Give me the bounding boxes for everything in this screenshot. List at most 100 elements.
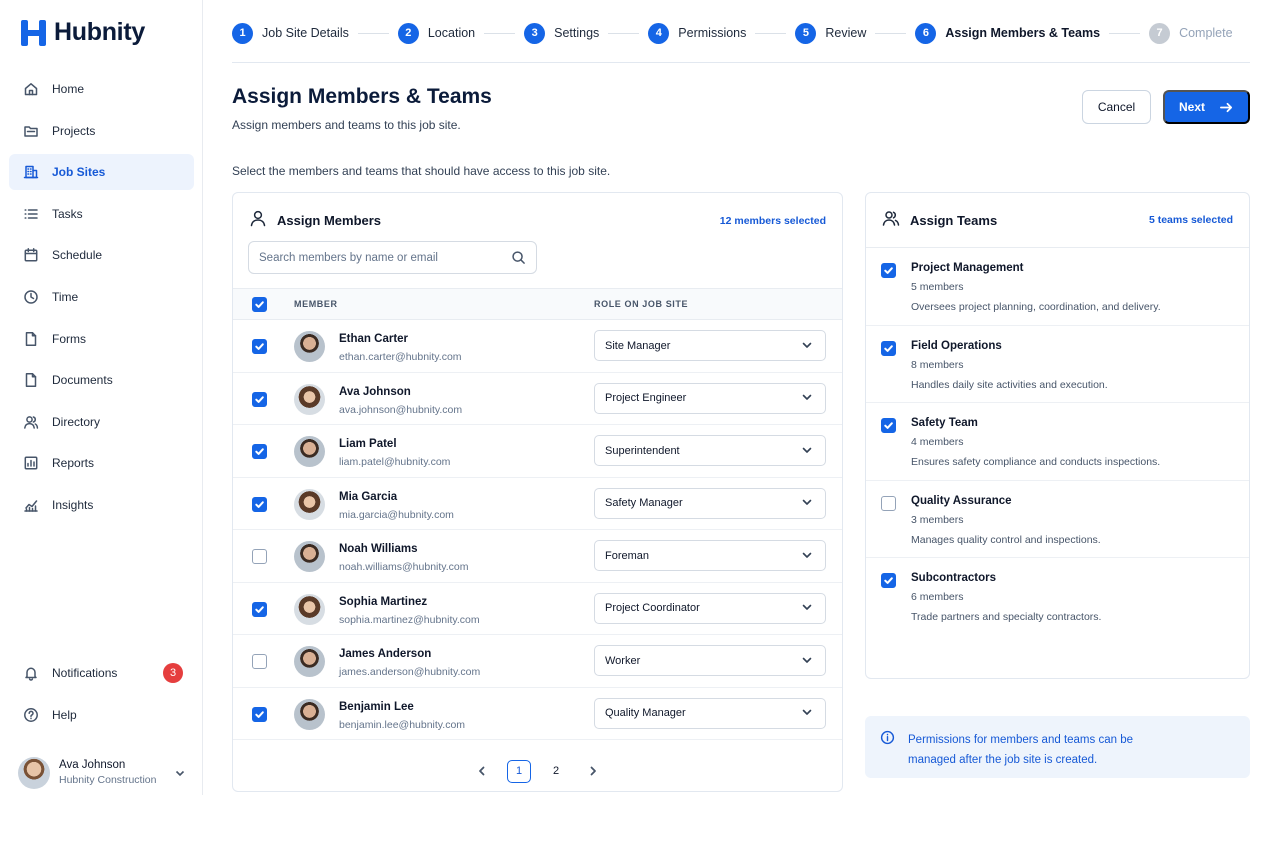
info-text: Permissions for members and teams can be… <box>908 734 1133 766</box>
check-icon <box>255 301 264 308</box>
member-name: Ethan Carter <box>339 333 409 345</box>
member-email: sophia.martinez@hubnity.com <box>339 613 480 626</box>
step-number: 1 <box>232 22 253 44</box>
role-select[interactable]: Safety Manager <box>594 487 826 519</box>
step-7[interactable]: 7 Complete <box>1149 22 1233 44</box>
app-name: Hubnity <box>54 18 145 46</box>
step-5[interactable]: 5 Review <box>795 22 866 44</box>
team-checkbox[interactable] <box>881 495 896 511</box>
sidebar-item-time[interactable]: Time <box>9 279 194 315</box>
select-all-checkbox[interactable] <box>252 297 267 312</box>
next-page-button[interactable] <box>581 760 605 783</box>
sidebar-item-help[interactable]: Help <box>9 696 194 733</box>
team-checkbox[interactable] <box>881 340 896 356</box>
role-select[interactable]: Project Coordinator <box>594 592 826 624</box>
member-checkbox[interactable] <box>252 706 267 722</box>
chevron-down-icon <box>801 391 815 405</box>
search-input[interactable] <box>259 251 511 264</box>
step-2[interactable]: 2 Location <box>397 22 475 44</box>
user-menu[interactable]: Ava Johnson Hubnity Construction <box>18 756 188 790</box>
cancel-button[interactable]: Cancel <box>1082 90 1151 124</box>
page-1-button[interactable]: 1 <box>507 759 531 783</box>
member-checkbox[interactable] <box>252 549 267 564</box>
member-search <box>248 241 537 274</box>
logo[interactable]: Hubnity <box>21 18 145 47</box>
member-email: james.anderson@hubnity.com <box>339 666 481 678</box>
member-checkbox[interactable] <box>252 601 267 617</box>
role-value: Foreman <box>605 549 650 562</box>
sidebar-item-tasks[interactable]: Tasks <box>9 196 194 232</box>
prev-page-button[interactable] <box>470 760 494 783</box>
team-name: Field Operations <box>911 339 1002 352</box>
step-1[interactable]: 1 Job Site Details <box>232 22 349 44</box>
sidebar-item-schedule[interactable]: Schedule <box>9 237 194 273</box>
team-item: Field Operations 8 members Handles daily s… <box>866 326 1249 404</box>
team-member-count: 3 members <box>911 513 964 526</box>
check-icon <box>884 577 893 585</box>
table-row: James Anderson james.anderson@hubnity.com… <box>233 635 842 688</box>
step-number: 2 <box>397 22 419 44</box>
role-select[interactable]: Quality Manager <box>594 697 826 729</box>
sidebar-item-directory[interactable]: Directory <box>9 404 194 440</box>
step-3[interactable]: 3 Settings <box>524 22 599 44</box>
notification-badge: 3 <box>163 662 183 683</box>
avatar <box>294 698 325 730</box>
role-select[interactable]: Project Engineer <box>594 382 826 414</box>
sidebar-item-insights[interactable]: Insights <box>9 487 194 523</box>
member-name: Noah Williams <box>339 543 418 555</box>
team-checkbox[interactable] <box>881 418 896 434</box>
member-email: noah.williams@hubnity.com <box>339 561 469 573</box>
calendar-icon <box>22 247 39 264</box>
member-checkbox[interactable] <box>252 444 267 459</box>
table-row: Ethan Carter ethan.carter@hubnity.com Site… <box>233 320 842 373</box>
team-item: Project Management 5 members Oversees proj… <box>866 248 1249 326</box>
role-select[interactable]: Superintendent <box>594 435 826 466</box>
table-row: Mia Garcia mia.garcia@hubnity.com Safety M… <box>233 478 842 530</box>
member-checkbox[interactable] <box>252 391 267 407</box>
sidebar-item-documents[interactable]: Documents <box>9 362 194 398</box>
table-row: Liam Patel liam.patel@hubnity.com Superint… <box>233 425 842 478</box>
member-checkbox[interactable] <box>252 654 267 669</box>
step-4[interactable]: 4 Permissions <box>648 22 746 44</box>
sidebar-item-notifications[interactable]: Notifications 3 <box>9 654 194 691</box>
sidebar-item-label: Home <box>52 82 85 96</box>
member-checkbox[interactable] <box>252 496 267 512</box>
member-name: Sophia Martinez <box>339 595 428 608</box>
role-select[interactable]: Worker <box>594 645 826 676</box>
sidebar-item-home[interactable]: Home <box>9 71 194 107</box>
table-row: Benjamin Lee benjamin.lee@hubnity.com Qual… <box>233 688 842 740</box>
check-icon <box>255 605 264 613</box>
step-label: Job Site Details <box>262 26 349 40</box>
search-icon[interactable] <box>511 250 526 265</box>
avatar <box>294 331 325 362</box>
role-select[interactable]: Site Manager <box>594 330 826 361</box>
step-label: Assign Members & Teams <box>945 26 1101 40</box>
team-checkbox[interactable] <box>881 263 896 278</box>
sidebar-nav: Home Projects Job Sites Tasks Schedule Time Fo… <box>9 71 194 529</box>
sidebar-item-label: Projects <box>52 123 96 138</box>
check-icon <box>255 395 264 403</box>
next-button[interactable]: Next <box>1163 90 1250 124</box>
sidebar-item-label: Help <box>52 707 77 722</box>
sidebar-item-reports[interactable]: Reports <box>9 445 194 481</box>
page-2-button[interactable]: 2 <box>544 760 568 783</box>
sidebar-item-label: Insights <box>52 497 94 512</box>
team-description: Manages quality control and inspections. <box>911 533 1101 546</box>
sidebar-item-forms[interactable]: Forms <box>9 321 194 357</box>
arrow-right-icon <box>1220 102 1233 112</box>
sidebar-item-job-sites[interactable]: Job Sites <box>9 154 194 191</box>
list-icon <box>22 205 39 222</box>
sidebar-item-projects[interactable]: Projects <box>9 113 194 149</box>
role-select[interactable]: Foreman <box>594 540 826 571</box>
team-checkbox[interactable] <box>881 573 896 589</box>
sidebar-item-label: Reports <box>52 456 95 471</box>
step-6[interactable]: 6 Assign Members & Teams <box>915 22 1101 44</box>
avatar <box>294 646 325 677</box>
sidebar-item-label: Job Sites <box>52 165 106 180</box>
chart-icon <box>22 496 39 513</box>
step-number: 4 <box>648 22 670 44</box>
assign-members-card: Assign Members 12 members selected MEMBE… <box>232 192 843 792</box>
team-name: Subcontractors <box>911 572 996 585</box>
member-checkbox[interactable] <box>252 339 267 354</box>
stepper-divider <box>232 62 1250 63</box>
